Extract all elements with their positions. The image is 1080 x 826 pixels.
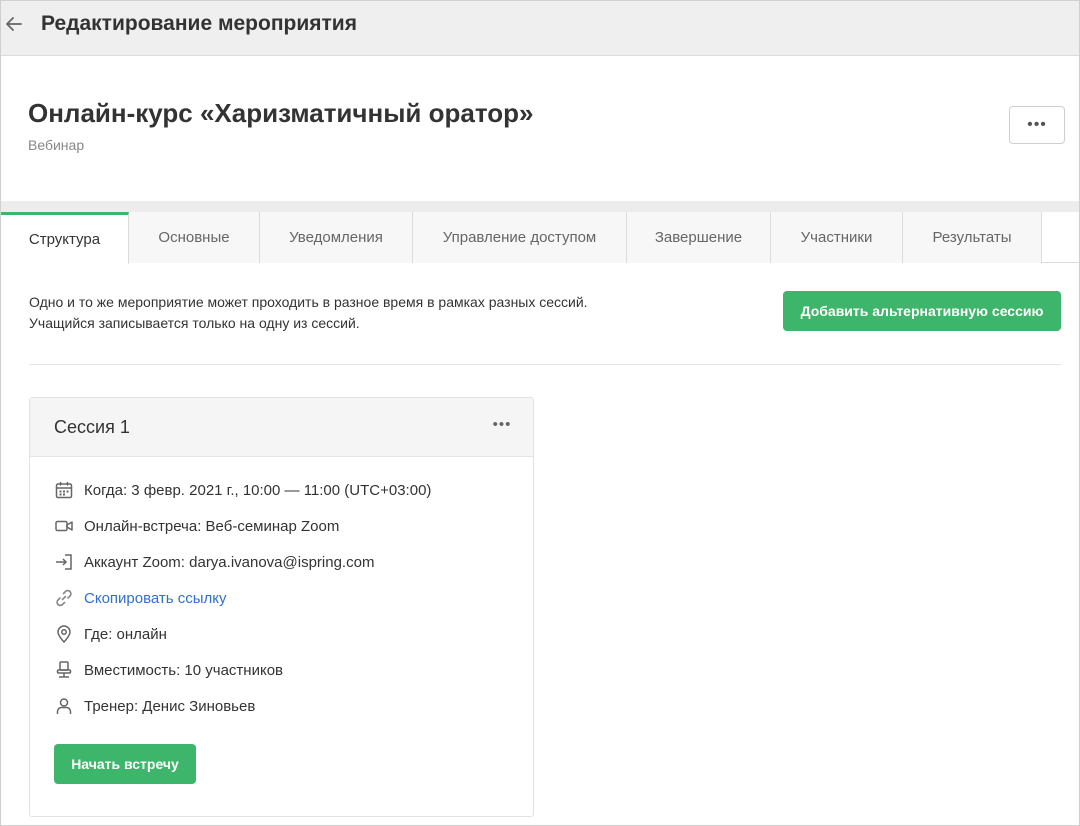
section-separator	[1, 201, 1079, 212]
session-when: Когда: 3 февр. 2021 г., 10:00 — 11:00 (U…	[54, 478, 431, 502]
session-trainer: Тренер: Денис Зиновьев	[54, 694, 255, 718]
session-online-meeting: Онлайн-встреча: Веб-семинар Zoom	[54, 514, 339, 538]
session-when-text: Когда: 3 февр. 2021 г., 10:00 — 11:00 (U…	[84, 481, 432, 499]
page-title: Редактирование мероприятия	[41, 12, 357, 35]
add-alternative-session-button[interactable]: Добавить альтернативную сессию	[783, 291, 1061, 331]
tab-structure[interactable]: Структура	[1, 212, 129, 264]
session-trainer-text: Тренер: Денис Зиновьев	[84, 697, 256, 715]
session-location-text: Где: онлайн	[84, 625, 167, 643]
event-title: Онлайн-курс «Харизматичный оратор»	[28, 98, 534, 128]
divider	[29, 364, 1061, 365]
top-bar: Редактирование мероприятия	[1, 1, 1079, 56]
tab-participants[interactable]: Участники	[771, 212, 903, 263]
location-pin-icon	[54, 624, 74, 644]
tab-general[interactable]: Основные	[129, 212, 260, 263]
session-zoom-account-text: Аккаунт Zoom: darya.ivanova@ispring.com	[84, 553, 375, 571]
session-capacity: Вместимость: 10 участников	[54, 658, 283, 682]
tab-completion[interactable]: Завершение	[627, 212, 771, 263]
user-icon	[54, 696, 74, 716]
calendar-icon	[54, 480, 74, 500]
session-copy-link[interactable]: Скопировать ссылку	[54, 586, 227, 610]
start-meeting-button[interactable]: Начать встречу	[54, 744, 196, 784]
login-icon	[54, 552, 74, 572]
video-camera-icon	[54, 516, 74, 536]
link-icon	[54, 588, 74, 608]
app-window: Редактирование мероприятия Онлайн-курс «…	[0, 0, 1080, 826]
session-title: Сессия 1	[54, 417, 130, 437]
tab-bar: Структура Основные Уведомления Управлени…	[1, 212, 1079, 264]
tab-access-control[interactable]: Управление доступом	[413, 212, 627, 263]
sessions-info-line-1: Одно и то же мероприятие может проходить…	[29, 294, 588, 310]
session-online-meeting-text: Онлайн-встреча: Веб-семинар Zoom	[84, 517, 340, 535]
copy-link[interactable]: Скопировать ссылку	[84, 590, 227, 607]
tab-notifications[interactable]: Уведомления	[260, 212, 413, 263]
chair-icon	[54, 660, 74, 680]
session-capacity-text: Вместимость: 10 участников	[84, 661, 283, 679]
session-location: Где: онлайн	[54, 622, 167, 646]
session-card: Сессия 1 ••• Когда: 3 февр. 2021 г., 10:…	[29, 397, 534, 817]
event-more-button[interactable]: •••	[1009, 106, 1065, 144]
sessions-info-line-2: Учащийся записывается только на одну из …	[29, 315, 360, 331]
sessions-info: Одно и то же мероприятие может проходить…	[29, 292, 588, 334]
event-type: Вебинар	[28, 137, 85, 153]
session-card-header: Сессия 1 •••	[30, 398, 533, 457]
session-more-button[interactable]: •••	[490, 416, 514, 438]
back-arrow-icon[interactable]	[3, 13, 25, 35]
session-zoom-account: Аккаунт Zoom: darya.ivanova@ispring.com	[54, 550, 374, 574]
tab-results[interactable]: Результаты	[903, 212, 1042, 263]
